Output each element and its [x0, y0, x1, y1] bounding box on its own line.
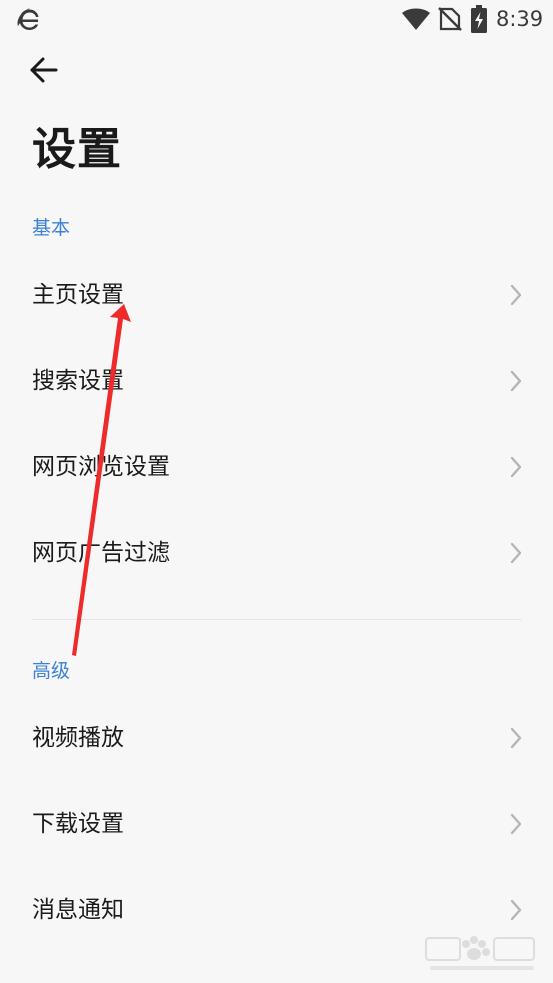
browser-e-icon	[17, 8, 39, 30]
wifi-icon	[402, 8, 430, 30]
list-item-label: 搜索设置	[32, 368, 124, 394]
chevron-right-icon	[510, 284, 522, 306]
list-item-label: 消息通知	[32, 897, 124, 923]
chevron-right-icon	[510, 542, 522, 564]
list-item-video-playback[interactable]: 视频播放	[0, 695, 553, 781]
section-header-advanced: 高级	[32, 660, 71, 682]
status-time: 8:39	[496, 7, 544, 31]
no-signal-icon	[438, 7, 462, 31]
chevron-right-icon	[510, 899, 522, 921]
list-item-homepage-settings[interactable]: 主页设置	[0, 252, 553, 338]
chevron-right-icon	[510, 370, 522, 392]
section-divider	[32, 619, 522, 620]
back-arrow-icon	[30, 57, 58, 83]
list-item-search-settings[interactable]: 搜索设置	[0, 338, 553, 424]
list-item-notifications[interactable]: 消息通知	[0, 867, 553, 953]
chevron-right-icon	[510, 813, 522, 835]
page-title: 设置	[32, 124, 122, 175]
list-item-download-settings[interactable]: 下载设置	[0, 781, 553, 867]
list-item-label: 主页设置	[32, 282, 124, 308]
back-button[interactable]	[24, 50, 64, 90]
battery-charging-icon	[471, 5, 487, 33]
list-item-label: 网页浏览设置	[32, 454, 170, 480]
list-item-browsing-settings[interactable]: 网页浏览设置	[0, 424, 553, 510]
list-item-label: 视频播放	[32, 725, 124, 751]
list-item-ad-filter[interactable]: 网页广告过滤	[0, 510, 553, 596]
list-item-label: 网页广告过滤	[32, 540, 170, 566]
chevron-right-icon	[510, 727, 522, 749]
status-bar: 8:39	[0, 0, 553, 40]
section-header-basic: 基本	[32, 217, 71, 239]
list-item-label: 下载设置	[32, 811, 124, 837]
chevron-right-icon	[510, 456, 522, 478]
